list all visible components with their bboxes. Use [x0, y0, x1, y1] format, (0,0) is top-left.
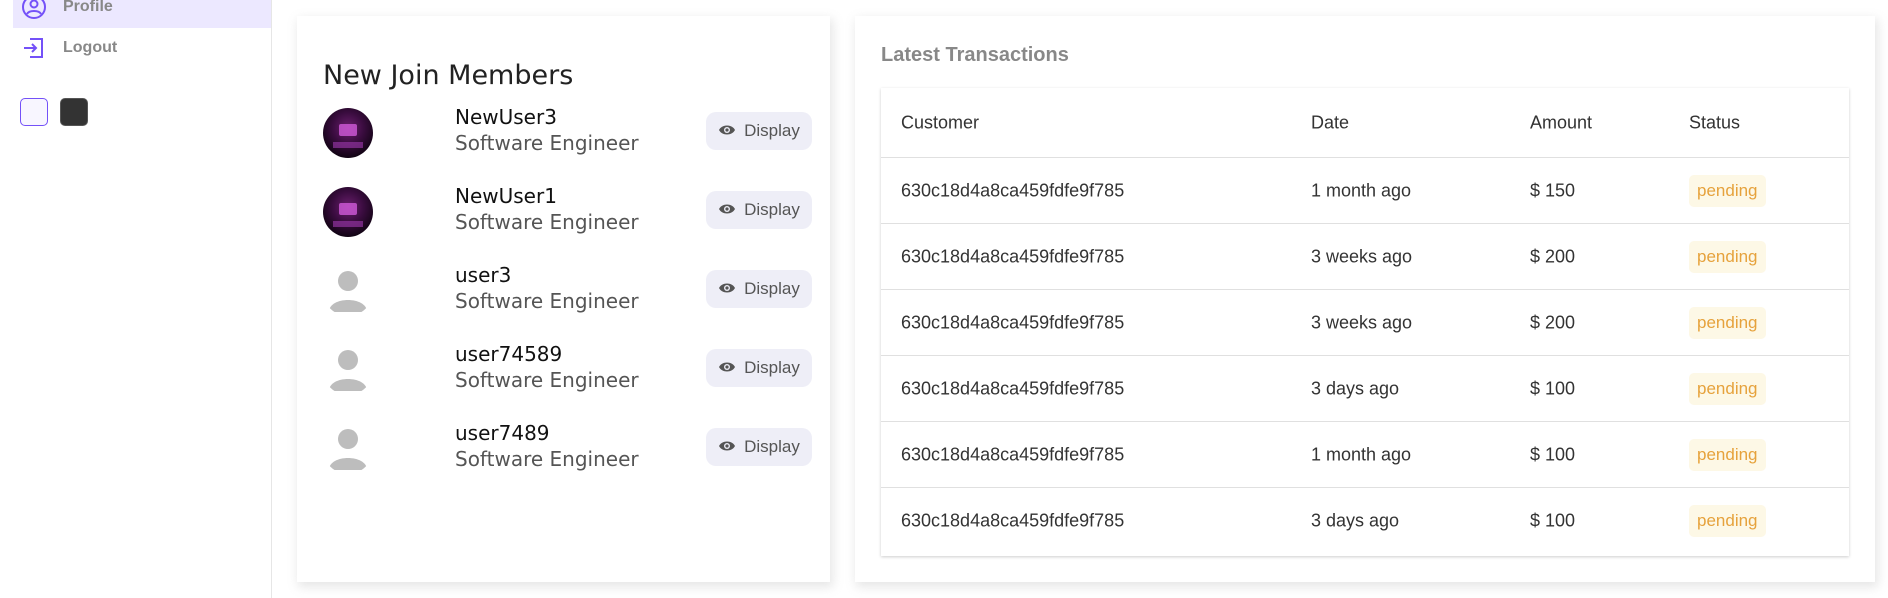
sidebar: Profile Logout	[0, 0, 272, 598]
avatar	[323, 187, 373, 237]
display-button[interactable]: Display	[706, 191, 812, 229]
table-header-row: Customer Date Amount Status	[881, 88, 1849, 158]
member-item: user3 Software Engineer Display	[323, 262, 812, 318]
sidebar-item-profile[interactable]: Profile	[13, 0, 271, 28]
table-row[interactable]: 630c18d4a8ca459fdfe9f785 1 month ago $ 1…	[881, 422, 1849, 488]
column-header[interactable]: Customer	[901, 112, 979, 133]
amount-cell: $ 150	[1530, 180, 1576, 200]
member-name: user3	[455, 263, 512, 287]
member-name: NewUser1	[455, 184, 557, 208]
member-title: Software Engineer	[455, 368, 639, 392]
date-cell: 1 month ago	[1311, 180, 1412, 200]
member-title: Software Engineer	[455, 289, 639, 313]
table-row[interactable]: 630c18d4a8ca459fdfe9f785 1 month ago $ 1…	[881, 158, 1849, 224]
eye-icon	[718, 358, 736, 378]
member-item: NewUser3 Software Engineer Display	[323, 104, 812, 160]
table-row[interactable]: 630c18d4a8ca459fdfe9f785 3 weeks ago $ 2…	[881, 224, 1849, 290]
eye-icon	[718, 121, 736, 141]
display-label: Display	[744, 437, 800, 456]
member-name: user74589	[455, 342, 563, 366]
customer-cell: 630c18d4a8ca459fdfe9f785	[901, 510, 1125, 531]
date-cell: 3 days ago	[1311, 378, 1400, 398]
app: Profile Logout New Join Members NewUser3…	[0, 0, 1888, 598]
table-row[interactable]: 630c18d4a8ca459fdfe9f785 3 days ago $ 10…	[881, 488, 1849, 554]
latest-transactions-card: Latest Transactions Customer Date Amount…	[855, 16, 1875, 582]
column-header[interactable]: Status	[1689, 112, 1740, 133]
display-button[interactable]: Display	[706, 270, 812, 308]
customer-cell: 630c18d4a8ca459fdfe9f785	[901, 378, 1125, 398]
table-row[interactable]: 630c18d4a8ca459fdfe9f785 3 weeks ago $ 2…	[881, 290, 1849, 356]
avatar	[323, 108, 373, 158]
member-name: user7489	[455, 421, 550, 445]
column-header[interactable]: Date	[1311, 112, 1349, 133]
amount-cell: $ 200	[1530, 312, 1576, 332]
display-button[interactable]: Display	[706, 428, 812, 466]
date-cell: 3 weeks ago	[1311, 312, 1413, 332]
display-button[interactable]: Display	[706, 349, 812, 387]
status-badge: pending	[1689, 240, 1766, 273]
new-members-widget: New Join Members NewUser3 Software Engin…	[297, 16, 830, 582]
sidebar-item-label: Logout	[63, 39, 118, 56]
member-title: Software Engineer	[455, 210, 639, 234]
amount-cell: $ 100	[1530, 378, 1576, 398]
display-label: Display	[744, 121, 800, 140]
amount-cell: $ 200	[1530, 246, 1576, 266]
date-cell: 1 month ago	[1311, 444, 1412, 464]
member-item: NewUser1 Software Engineer Display	[323, 183, 812, 239]
eye-icon	[718, 279, 736, 299]
amount-cell: $ 100	[1530, 444, 1576, 464]
transactions-table: Customer Date Amount Status 630c18d4a8ca…	[881, 88, 1849, 556]
display-label: Display	[744, 279, 800, 298]
account-circle-icon	[21, 0, 47, 20]
member-title: Software Engineer	[455, 447, 639, 471]
widget-title: New Join Members	[323, 60, 574, 91]
default-avatar-icon	[323, 424, 373, 474]
member-item: user74589 Software Engineer Display	[323, 341, 812, 397]
status-badge: pending	[1689, 306, 1766, 339]
default-avatar-icon	[323, 345, 373, 395]
display-label: Display	[744, 200, 800, 219]
member-title: Software Engineer	[455, 131, 639, 155]
card-title: Latest Transactions	[881, 44, 1069, 66]
status-badge: pending	[1689, 174, 1766, 207]
theme-switcher	[20, 98, 88, 126]
main-content: New Join Members NewUser3 Software Engin…	[272, 0, 1888, 598]
member-item: user7489 Software Engineer Display	[323, 420, 812, 476]
customer-cell: 630c18d4a8ca459fdfe9f785	[901, 246, 1125, 266]
light-theme-button[interactable]	[20, 98, 48, 126]
amount-cell: $ 100	[1530, 510, 1576, 531]
date-cell: 3 days ago	[1311, 510, 1400, 531]
customer-cell: 630c18d4a8ca459fdfe9f785	[901, 180, 1125, 200]
status-badge: pending	[1689, 372, 1766, 405]
dark-theme-button[interactable]	[60, 98, 88, 126]
status-badge: pending	[1689, 438, 1766, 471]
eye-icon	[718, 437, 736, 457]
status-badge: pending	[1689, 505, 1766, 537]
eye-icon	[718, 200, 736, 220]
sidebar-item-logout[interactable]: Logout	[13, 28, 271, 68]
display-label: Display	[744, 358, 800, 377]
sidebar-item-label: Profile	[63, 0, 113, 15]
table-row[interactable]: 630c18d4a8ca459fdfe9f785 3 days ago $ 10…	[881, 356, 1849, 422]
display-button[interactable]: Display	[706, 112, 812, 150]
default-avatar-icon	[323, 266, 373, 316]
date-cell: 3 weeks ago	[1311, 246, 1413, 266]
column-header[interactable]: Amount	[1530, 112, 1592, 133]
logout-icon	[21, 35, 47, 61]
customer-cell: 630c18d4a8ca459fdfe9f785	[901, 444, 1125, 464]
member-name: NewUser3	[455, 105, 557, 129]
customer-cell: 630c18d4a8ca459fdfe9f785	[901, 312, 1125, 332]
